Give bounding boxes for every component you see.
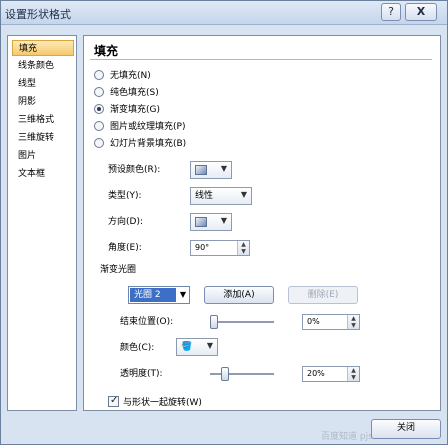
direction-label: 方向(D): — [108, 217, 143, 227]
angle-spinner[interactable]: 90° ▲ ▼ — [190, 240, 250, 256]
radio-button-selected-icon — [94, 104, 104, 114]
transparency-slider[interactable] — [210, 366, 274, 382]
nav-item-3d-format[interactable]: 三维格式 — [12, 112, 54, 128]
chevron-down-icon: ▼ — [206, 341, 213, 350]
help-button[interactable]: ? — [381, 3, 401, 21]
transparency-value: 20% — [307, 369, 325, 378]
radio-button-icon — [94, 70, 104, 80]
radio-button-icon — [94, 121, 104, 131]
fill-panel: 填充 无填充(N) 纯色填充(S) 渐变填充(G) 图片或纹理填充(P) 幻灯片… — [83, 35, 441, 411]
radio-slide-background-fill[interactable]: 幻灯片背景填充(B) — [94, 138, 186, 151]
slider-track — [210, 321, 274, 323]
radio-gradient-fill[interactable]: 渐变填充(G) — [94, 104, 160, 117]
radio-button-icon — [94, 87, 104, 97]
radio-label: 渐变填充(G) — [110, 105, 160, 115]
radio-button-icon — [94, 138, 104, 148]
direction-dropdown[interactable]: ▼ — [190, 213, 232, 231]
gradient-swatch-icon — [195, 217, 207, 227]
category-list: 填充 线条颜色 线型 阴影 三维格式 三维旋转 图片 文本框 — [7, 35, 77, 411]
add-stop-button[interactable]: 添加(A) — [204, 286, 274, 304]
checkbox-label: 与形状一起旋转(W) — [123, 398, 202, 408]
nav-item-text-box[interactable]: 文本框 — [12, 166, 45, 182]
gradient-stop-value: 光圈 2 — [130, 288, 176, 302]
gradient-stops-label: 渐变光圈 — [100, 265, 137, 275]
chevron-down-icon: ▼ — [220, 164, 227, 173]
chevron-down-icon: ▼ — [240, 190, 247, 199]
radio-label: 图片或纹理填充(P) — [110, 122, 186, 132]
spinner-arrows-icon[interactable]: ▲ ▼ — [347, 367, 359, 381]
delete-stop-button: 删除(E) — [288, 286, 358, 304]
gradient-swatch-icon — [195, 165, 207, 175]
nav-item-3d-rotation[interactable]: 三维旋转 — [12, 130, 54, 146]
radio-label: 纯色填充(S) — [110, 88, 159, 98]
end-position-slider[interactable] — [210, 314, 274, 330]
radio-solid-fill[interactable]: 纯色填充(S) — [94, 87, 159, 100]
section-divider — [90, 59, 432, 60]
type-label: 类型(Y): — [108, 191, 142, 201]
nav-item-shadow[interactable]: 阴影 — [12, 94, 36, 110]
radio-picture-fill[interactable]: 图片或纹理填充(P) — [94, 121, 185, 134]
spinner-arrows-icon[interactable]: ▲ ▼ — [237, 241, 249, 255]
slider-thumb[interactable] — [221, 367, 229, 381]
nav-item-fill[interactable]: 填充 — [12, 40, 74, 56]
type-value: 线性 — [195, 191, 214, 201]
chevron-down-icon: ▼ — [220, 216, 227, 225]
nav-item-picture[interactable]: 图片 — [12, 148, 36, 164]
radio-label: 幻灯片背景填充(B) — [110, 139, 187, 149]
angle-label: 角度(E): — [108, 243, 142, 253]
checkbox-checked-icon — [108, 394, 119, 408]
rotate-with-shape-checkbox[interactable]: 与形状一起旋转(W) — [108, 394, 202, 410]
preset-color-label: 预设颜色(R): — [108, 165, 161, 175]
radio-label: 无填充(N) — [110, 71, 151, 81]
color-dropdown[interactable]: 🪣 ▼ — [176, 338, 218, 356]
transparency-spinner[interactable]: 20% ▲ ▼ — [302, 366, 360, 382]
title-bar: 设置形状格式 ? X — [1, 1, 447, 25]
section-heading: 填充 — [94, 44, 119, 58]
gradient-stop-select[interactable]: 光圈 2 ▼ — [128, 286, 190, 304]
nav-item-line-style[interactable]: 线型 — [12, 76, 36, 92]
end-position-value: 0% — [307, 317, 320, 326]
end-position-spinner[interactable]: 0% ▲ ▼ — [302, 314, 360, 330]
close-button[interactable]: 关闭 — [371, 419, 441, 439]
slider-thumb[interactable] — [210, 315, 218, 329]
type-dropdown[interactable]: 线性 ▼ — [190, 187, 252, 205]
end-position-label: 结束位置(O): — [120, 317, 174, 327]
transparency-label: 透明度(T): — [120, 369, 163, 379]
window-title: 设置形状格式 — [5, 8, 71, 21]
close-window-button[interactable]: X — [405, 3, 437, 21]
slider-track — [210, 373, 274, 375]
angle-value: 90° — [195, 243, 210, 252]
spinner-arrows-icon[interactable]: ▲ ▼ — [347, 315, 359, 329]
format-shape-dialog: 设置形状格式 ? X 填充 线条颜色 线型 阴影 三维格式 三维旋转 图片 文本… — [0, 0, 448, 445]
radio-no-fill[interactable]: 无填充(N) — [94, 70, 151, 83]
preset-color-dropdown[interactable]: ▼ — [190, 161, 232, 179]
nav-item-line-color[interactable]: 线条颜色 — [12, 58, 54, 74]
chevron-down-icon: ▼ — [179, 290, 186, 299]
color-label: 颜色(C): — [120, 343, 155, 353]
paint-bucket-icon: 🪣 — [181, 342, 193, 352]
